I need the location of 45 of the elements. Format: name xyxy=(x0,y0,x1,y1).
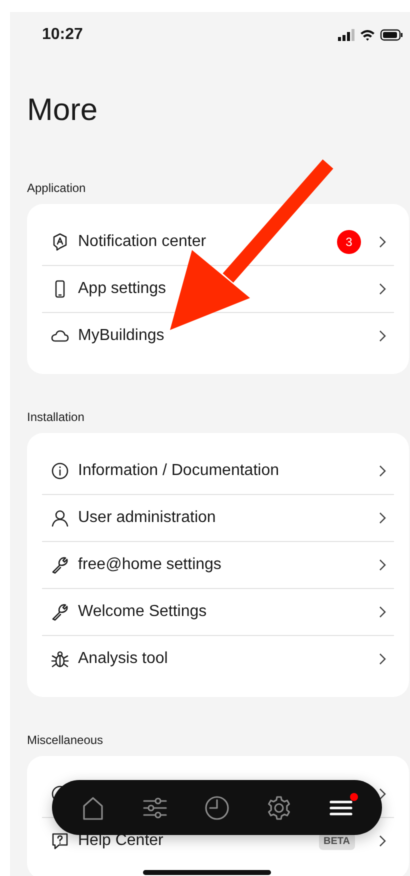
wrench-icon xyxy=(51,603,69,621)
chevron-icon xyxy=(379,835,386,847)
menu-item-label: Welcome Settings xyxy=(78,603,207,621)
wifi-icon xyxy=(360,29,375,41)
count-badge: 3 xyxy=(337,230,361,254)
battery-icon xyxy=(380,29,403,41)
menu-item-label: User administration xyxy=(78,509,216,527)
home-icon xyxy=(80,794,106,820)
section-label: Application xyxy=(27,180,87,196)
chevron-icon xyxy=(379,788,386,800)
menu-item[interactable]: Analysis tool xyxy=(42,635,394,682)
menu-item[interactable]: free@home settings xyxy=(42,541,394,588)
section-label: Miscellaneous xyxy=(27,732,104,748)
menu-item-label: Help Center xyxy=(78,832,164,850)
status-time: 10:27 xyxy=(42,26,83,44)
notification-icon xyxy=(51,232,69,250)
menu-item-label: free@home settings xyxy=(78,556,222,574)
clock-icon xyxy=(204,794,230,820)
chevron-icon xyxy=(379,559,386,571)
signal-icon xyxy=(338,29,355,41)
menu-item-label: Notification center xyxy=(78,232,206,250)
chevron-icon xyxy=(379,330,386,342)
menu-item[interactable]: User administration xyxy=(42,494,394,541)
menu-item[interactable]: Notification center 3 xyxy=(42,218,394,265)
chevron-icon xyxy=(379,606,386,618)
menu-item-label: Information / Documentation xyxy=(78,462,279,480)
bug-icon xyxy=(51,650,69,668)
wrench-icon xyxy=(51,556,69,574)
menu-item[interactable]: Welcome Settings xyxy=(42,588,394,635)
menu-item-label: App settings xyxy=(78,280,166,298)
chevron-icon xyxy=(379,283,386,295)
user-icon xyxy=(51,509,69,527)
page-title: More xyxy=(27,91,99,129)
chevron-icon xyxy=(379,512,386,524)
menu-item[interactable]: Information / Documentation xyxy=(42,447,394,494)
menu-item-label: MyBuildings xyxy=(78,327,164,345)
menu-item-label: Analysis tool xyxy=(78,650,168,668)
info-icon xyxy=(51,462,69,480)
settings-icon xyxy=(266,794,292,820)
sliders-icon xyxy=(142,794,168,820)
chevron-icon xyxy=(379,653,386,665)
chevron-icon xyxy=(379,236,386,248)
section-label: Installation xyxy=(27,409,86,425)
help-icon xyxy=(51,832,69,850)
chevron-icon xyxy=(379,464,386,476)
